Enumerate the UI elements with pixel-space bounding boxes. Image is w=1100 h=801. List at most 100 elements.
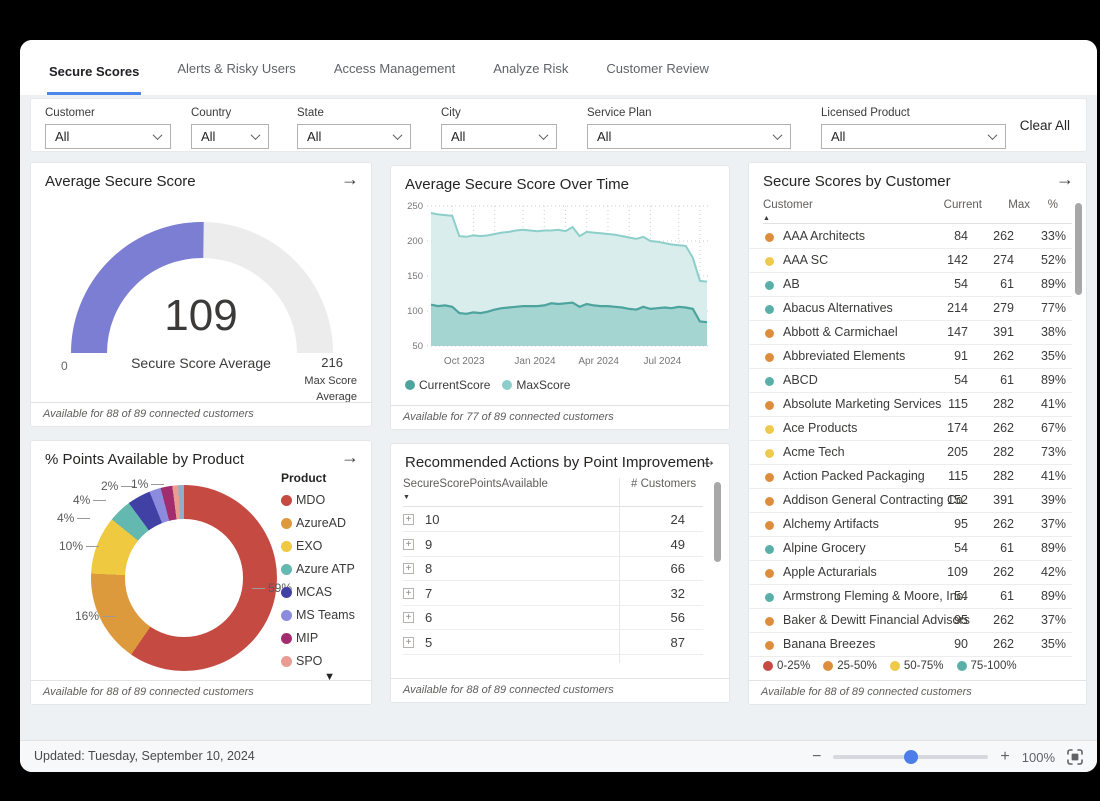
column-header-customers[interactable]: # Customers <box>631 478 696 490</box>
table-row[interactable]: Abbott & Carmichael14739138% <box>749 321 1072 345</box>
filter-dropdown[interactable]: All <box>191 124 269 149</box>
gauge-min-label: 0 <box>61 359 68 373</box>
legend-label: 50-75% <box>904 660 944 672</box>
legend-item-ms-teams[interactable]: MS Teams <box>281 608 361 622</box>
tab-access-management[interactable]: Access Management <box>332 61 457 95</box>
expand-row-icon[interactable]: + <box>403 563 414 574</box>
legend-item-maxscore[interactable]: MaxScore <box>502 378 570 392</box>
legend-item-currentscore[interactable]: CurrentScore <box>405 378 490 392</box>
legend-label: 25-50% <box>837 660 877 672</box>
column-header-points[interactable]: SecureScorePointsAvailable▼ <box>403 478 548 502</box>
card-average-secure-score: Average Secure Score → 109 Secure Score … <box>30 162 372 427</box>
customer-count: 49 <box>671 537 685 552</box>
legend-label: EXO <box>296 539 322 553</box>
table-row[interactable]: Action Packed Packaging11528241% <box>749 465 1072 489</box>
tab-secure-scores[interactable]: Secure Scores <box>47 64 141 95</box>
legend-dot <box>281 633 292 644</box>
filter-dropdown[interactable]: All <box>441 124 557 149</box>
drillthrough-arrow-icon[interactable]: → <box>699 450 717 471</box>
table-row[interactable]: AAA Architects8426233% <box>749 225 1072 249</box>
column-header-max[interactable]: Max <box>1008 199 1030 211</box>
filter-dropdown[interactable]: All <box>587 124 791 149</box>
fit-to-screen-icon[interactable] <box>1067 749 1083 765</box>
pct-score: 33% <box>1041 229 1066 243</box>
table-row[interactable]: Abacus Alternatives21427977% <box>749 297 1072 321</box>
expand-row-icon[interactable]: + <box>403 539 414 550</box>
zoom-out-button[interactable]: − <box>812 749 821 765</box>
scrollbar-thumb[interactable] <box>714 482 721 562</box>
filter-dropdown[interactable]: All <box>45 124 171 149</box>
max-score: 262 <box>993 421 1014 435</box>
table-row[interactable]: Alchemy Artifacts9526237% <box>749 513 1072 537</box>
expand-row-icon[interactable]: + <box>403 612 414 623</box>
drillthrough-arrow-icon[interactable]: → <box>1056 169 1074 190</box>
max-score: 61 <box>1000 589 1014 603</box>
column-header-customer[interactable]: Customer▲ <box>763 199 813 223</box>
chart-legend: CurrentScore MaxScore <box>405 378 570 392</box>
chevron-down-icon <box>988 130 998 140</box>
table-row[interactable]: Alpine Grocery546189% <box>749 537 1072 561</box>
column-header-current[interactable]: Current <box>944 199 982 211</box>
table-row[interactable]: Addison General Contracting Co.15239139% <box>749 489 1072 513</box>
legend-item-azure-atp[interactable]: Azure ATP <box>281 562 361 576</box>
tab-analyze-risk[interactable]: Analyze Risk <box>491 61 570 95</box>
table-row[interactable]: +732 <box>403 582 703 606</box>
filter-dropdown[interactable]: All <box>297 124 411 149</box>
pct-score: 35% <box>1041 349 1066 363</box>
table-row[interactable]: AB546189% <box>749 273 1072 297</box>
current-score: 174 <box>947 421 968 435</box>
table-row[interactable]: Absolute Marketing Services11528241% <box>749 393 1072 417</box>
card-secure-score-over-time: Average Secure Score Over Time 250200150… <box>390 165 730 430</box>
tab-alerts-risky-users[interactable]: Alerts & Risky Users <box>175 61 297 95</box>
zoom-slider-thumb[interactable] <box>904 750 918 764</box>
svg-text:250: 250 <box>407 201 423 212</box>
table-row[interactable]: Armstrong Fleming & Moore, Inc.546189% <box>749 585 1072 609</box>
points-available: 7 <box>425 586 432 601</box>
filter-label: Service Plan <box>587 107 791 119</box>
column-header-pct[interactable]: % <box>1048 199 1058 211</box>
table-row[interactable]: Abbreviated Elements9126235% <box>749 345 1072 369</box>
card-title: % Points Available by Product <box>45 451 244 468</box>
zoom-in-button[interactable]: + <box>1000 749 1009 765</box>
customer-name: Abbreviated Elements <box>783 349 905 363</box>
expand-row-icon[interactable]: + <box>403 588 414 599</box>
table-row[interactable]: Baker & Dewitt Financial Advisors9526237… <box>749 609 1072 633</box>
scrollbar-thumb[interactable] <box>1075 203 1082 295</box>
table-row[interactable]: ABCD546189% <box>749 369 1072 393</box>
table-row[interactable]: Acme Tech20528273% <box>749 441 1072 465</box>
bucket-legend-item: 0-25% <box>763 660 810 672</box>
card-footer-note: Available for 77 of 89 connected custome… <box>391 405 729 429</box>
expand-row-icon[interactable]: + <box>403 637 414 648</box>
table-row[interactable]: Apple Acturarials10926242% <box>749 561 1072 585</box>
donut-chart[interactable] <box>91 485 277 671</box>
tab-customer-review[interactable]: Customer Review <box>604 61 711 95</box>
table-row[interactable]: Ace Products17426267% <box>749 417 1072 441</box>
table-row[interactable]: Banana Breezes9026235% <box>749 633 1072 657</box>
table-row[interactable]: AAA SC14227452% <box>749 249 1072 273</box>
current-score: 95 <box>954 517 968 531</box>
expand-row-icon[interactable]: + <box>403 514 414 525</box>
filter-value: All <box>451 129 465 144</box>
legend-label: MDO <box>296 493 325 507</box>
legend-item-mcas[interactable]: MCAS <box>281 585 361 599</box>
pct-bucket-dot <box>765 497 774 506</box>
legend-item-azuread[interactable]: AzureAD <box>281 516 361 530</box>
legend-item-mip[interactable]: MIP <box>281 631 361 645</box>
filter-dropdown[interactable]: All <box>821 124 1006 149</box>
zoom-slider[interactable] <box>833 755 988 759</box>
legend-dot <box>823 661 833 671</box>
table-row[interactable]: +587 <box>403 631 703 655</box>
legend-item-mdo[interactable]: MDO <box>281 493 361 507</box>
table-row[interactable]: +866 <box>403 557 703 581</box>
pct-score: 42% <box>1041 565 1066 579</box>
legend-item-spo[interactable]: SPO <box>281 654 361 668</box>
table-row[interactable]: +949 <box>403 533 703 557</box>
table-row[interactable]: +656 <box>403 606 703 630</box>
report-canvas: Clear All CustomerAllCountryAllStateAllC… <box>20 95 1097 740</box>
drillthrough-arrow-icon[interactable]: → <box>341 169 359 190</box>
drillthrough-arrow-icon[interactable]: → <box>341 447 359 468</box>
table-row[interactable]: +1024 <box>403 508 703 532</box>
filter-label: Country <box>191 107 269 119</box>
legend-item-exo[interactable]: EXO <box>281 539 361 553</box>
clear-all-button[interactable]: Clear All <box>1020 118 1070 133</box>
